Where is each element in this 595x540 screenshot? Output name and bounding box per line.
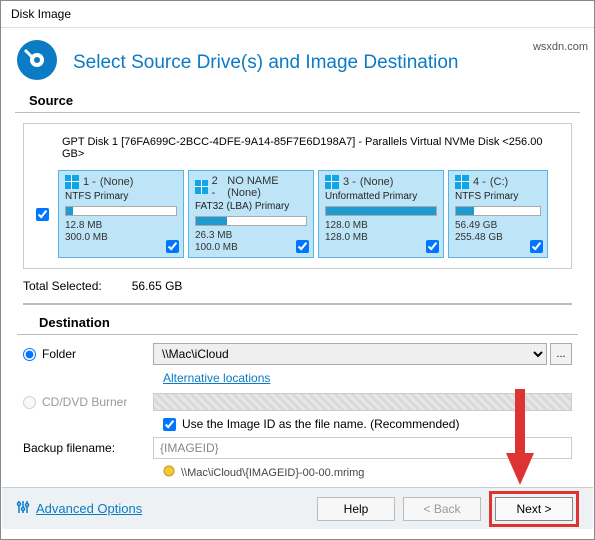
partition-total: 128.0 MB [325, 232, 437, 244]
partition-type: NTFS Primary [65, 191, 177, 202]
partition-tile[interactable]: 4 - (C:) NTFS Primary 56.49 GB255.48 GB [448, 170, 548, 258]
partition-usage-bar [455, 206, 541, 216]
partition-name: (C:) [490, 176, 508, 188]
partition-number: 1 - [83, 176, 96, 188]
next-button[interactable]: Next > [495, 497, 573, 521]
partition-name: (None) [100, 176, 134, 188]
partition-type: Unformatted Primary [325, 191, 437, 202]
windows-icon [195, 180, 208, 194]
partition-number: 4 - [473, 176, 486, 188]
partition-number: 3 - [343, 176, 356, 188]
partition-tile[interactable]: 2 - NO NAME (None) FAT32 (LBA) Primary 26.… [188, 170, 314, 258]
next-button-highlight: Next > [489, 491, 579, 527]
cd-dvd-label: CD/DVD Burner [42, 395, 127, 409]
partition-total: 300.0 MB [65, 232, 177, 244]
help-button[interactable]: Help [317, 497, 395, 521]
windows-icon [65, 175, 79, 189]
window-title: Disk Image [1, 1, 594, 28]
source-section-header: Source [15, 91, 580, 113]
sliders-icon [16, 500, 30, 517]
cd-dvd-radio [23, 396, 36, 409]
page-title: Select Source Drive(s) and Image Destina… [73, 52, 458, 74]
advanced-options-link[interactable]: Advanced Options [16, 500, 142, 517]
total-selected-label: Total Selected: [23, 279, 102, 293]
partition-used: 26.3 MB [195, 230, 307, 242]
partition-name: NO NAME (None) [227, 175, 307, 199]
partition-usage-bar [325, 206, 437, 216]
backup-filename-label: Backup filename: [23, 441, 143, 455]
partition-total: 255.48 GB [455, 232, 541, 244]
partition-tile[interactable]: 1 - (None) NTFS Primary 12.8 MB300.0 MB [58, 170, 184, 258]
use-image-id-checkbox[interactable] [163, 418, 176, 431]
folder-radio[interactable] [23, 348, 36, 361]
partition-checkbox[interactable] [166, 240, 179, 253]
partition-name: (None) [360, 176, 394, 188]
source-box: GPT Disk 1 [76FA699C-2BCC-4DFE-9A14-85F7… [23, 123, 572, 269]
partition-type: NTFS Primary [455, 191, 541, 202]
total-selected-value: 56.65 GB [132, 279, 183, 293]
output-path: \\Mac\iCloud\{IMAGEID}-00-00.mrimg [181, 467, 364, 479]
use-image-id-label: Use the Image ID as the file name. (Reco… [182, 417, 459, 431]
partition-number: 2 - [212, 175, 224, 199]
watermark: wsxdn.com [533, 41, 588, 53]
partition-checkbox[interactable] [426, 240, 439, 253]
partition-used: 128.0 MB [325, 220, 437, 232]
partition-used: 56.49 GB [455, 220, 541, 232]
browse-button[interactable]: ... [550, 343, 572, 365]
windows-icon [325, 175, 339, 189]
folder-combo[interactable]: \\Mac\iCloud [153, 343, 547, 365]
app-icon [15, 38, 59, 87]
partition-used: 12.8 MB [65, 220, 177, 232]
partition-total: 100.0 MB [195, 242, 307, 254]
destination-section-header: Destination [17, 315, 578, 335]
partition-checkbox[interactable] [296, 240, 309, 253]
partition-type: FAT32 (LBA) Primary [195, 201, 307, 212]
backup-filename-input[interactable] [153, 437, 572, 459]
disk-checkbox[interactable] [36, 208, 49, 221]
folder-label: Folder [42, 347, 76, 361]
partition-usage-bar [65, 206, 177, 216]
windows-icon [455, 175, 469, 189]
partition-checkbox[interactable] [530, 240, 543, 253]
partition-usage-bar [195, 216, 307, 226]
partition-tile[interactable]: 3 - (None) Unformatted Primary 128.0 MB128… [318, 170, 444, 258]
reflect-icon [163, 465, 175, 480]
disk-title: GPT Disk 1 [76FA699C-2BCC-4DFE-9A14-85F7… [32, 134, 563, 170]
back-button: < Back [403, 497, 481, 521]
cd-dvd-field [153, 393, 572, 411]
alternative-locations-link[interactable]: Alternative locations [23, 371, 572, 385]
